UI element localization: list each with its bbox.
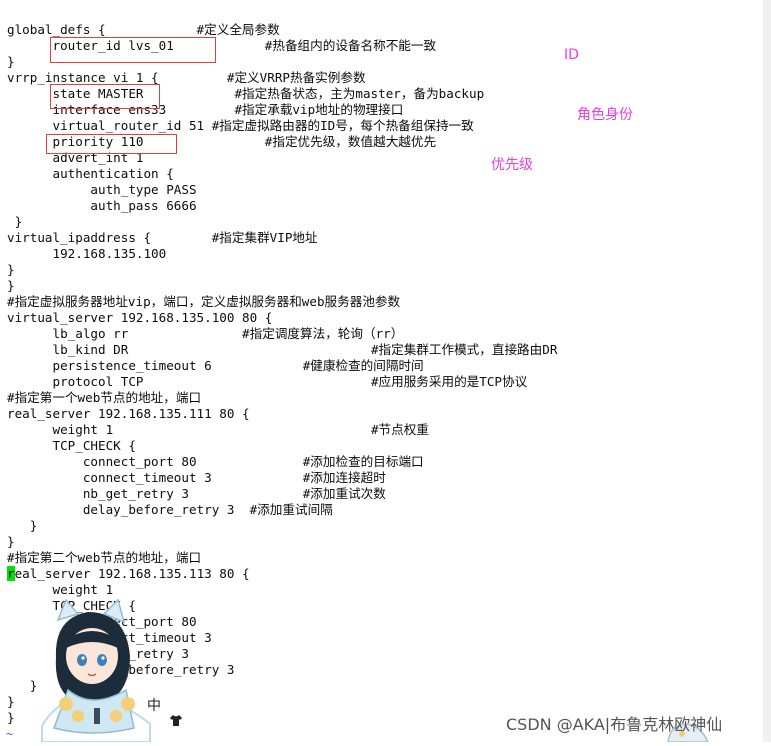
- watermark-text: CSDN @AKA|布鲁克林欧神仙: [506, 715, 723, 734]
- highlight-router-id: [50, 37, 216, 63]
- terminal-line: persistence_timeout 6 #健康检查的间隔时间: [7, 358, 424, 373]
- terminal-line: }: [7, 710, 15, 725]
- shirt-icon: [170, 711, 182, 726]
- terminal-line: authentication {: [7, 166, 174, 181]
- scrollbar[interactable]: [763, 0, 771, 742]
- terminal-line: }: [7, 214, 23, 229]
- terminal-line: }: [7, 278, 15, 293]
- terminal-line: virtual_server 192.168.135.100 80 {: [7, 310, 273, 325]
- annotation-priority: 优先级: [491, 157, 533, 173]
- text-cursor: r: [7, 566, 15, 581]
- highlight-priority: [46, 134, 177, 154]
- terminal-window[interactable]: global_defs { #定义全局参数 router_id lvs_01 #…: [0, 0, 771, 743]
- terminal-line: auth_pass 6666: [7, 198, 197, 213]
- terminal-line: real_server 192.168.135.111 80 {: [7, 406, 250, 421]
- terminal-line: }: [7, 518, 38, 533]
- avatar-badge: 中: [147, 698, 161, 714]
- terminal-line: delay_before_retry 3 #添加重试间隔: [7, 502, 333, 517]
- annotation-id: ID: [564, 47, 579, 63]
- terminal-line: weight 1 #节点权重: [7, 422, 429, 437]
- terminal-line: nb_get_retry 3 #添加重试次数: [7, 486, 386, 501]
- terminal-line: virtual_router_id 51 #指定虚拟路由器的ID号，每个热备组保…: [7, 118, 474, 133]
- terminal-line: global_defs { #定义全局参数: [7, 22, 280, 37]
- terminal-line: }: [7, 54, 15, 69]
- terminal-line: 192.168.135.100: [7, 246, 167, 261]
- terminal-line: real_server 192.168.135.113 80 {: [7, 566, 250, 582]
- terminal-line: connect_port 80 #添加检查的目标端口: [7, 454, 424, 469]
- terminal-line: protocol TCP #应用服务采用的是TCP协议: [7, 374, 528, 389]
- terminal-line: }: [7, 534, 15, 549]
- annotation-role: 角色身份: [577, 107, 633, 123]
- terminal-line: }: [7, 262, 15, 277]
- terminal-line: connect_timeout 3 #添加连接超时: [7, 470, 386, 485]
- terminal-line: lb_algo rr #指定调度算法，轮询（rr）: [7, 326, 404, 341]
- terminal-line: weight 1: [7, 582, 114, 597]
- terminal-line: #指定虚拟服务器地址vip，端口，定义虚拟服务器和web服务器池参数: [7, 294, 401, 309]
- vim-tilde: ~: [6, 727, 14, 741]
- terminal-line-text: eal_server 192.168.135.113 80 {: [14, 566, 250, 581]
- highlight-state: [50, 84, 160, 109]
- anime-avatar-image: [41, 598, 151, 742]
- terminal-line: }: [7, 678, 38, 693]
- terminal-line: auth_type PASS: [7, 182, 197, 197]
- terminal-line: #指定第一个web节点的地址，端口: [7, 390, 202, 405]
- terminal-line: TCP_CHECK {: [7, 438, 136, 453]
- terminal-line: }: [7, 694, 15, 709]
- terminal-line: #指定第二个web节点的地址，端口: [7, 550, 202, 565]
- terminal-line: lb_kind DR #指定集群工作模式，直接路由DR: [7, 342, 558, 357]
- terminal-line: virtual_ipaddress { #指定集群VIP地址: [7, 230, 318, 245]
